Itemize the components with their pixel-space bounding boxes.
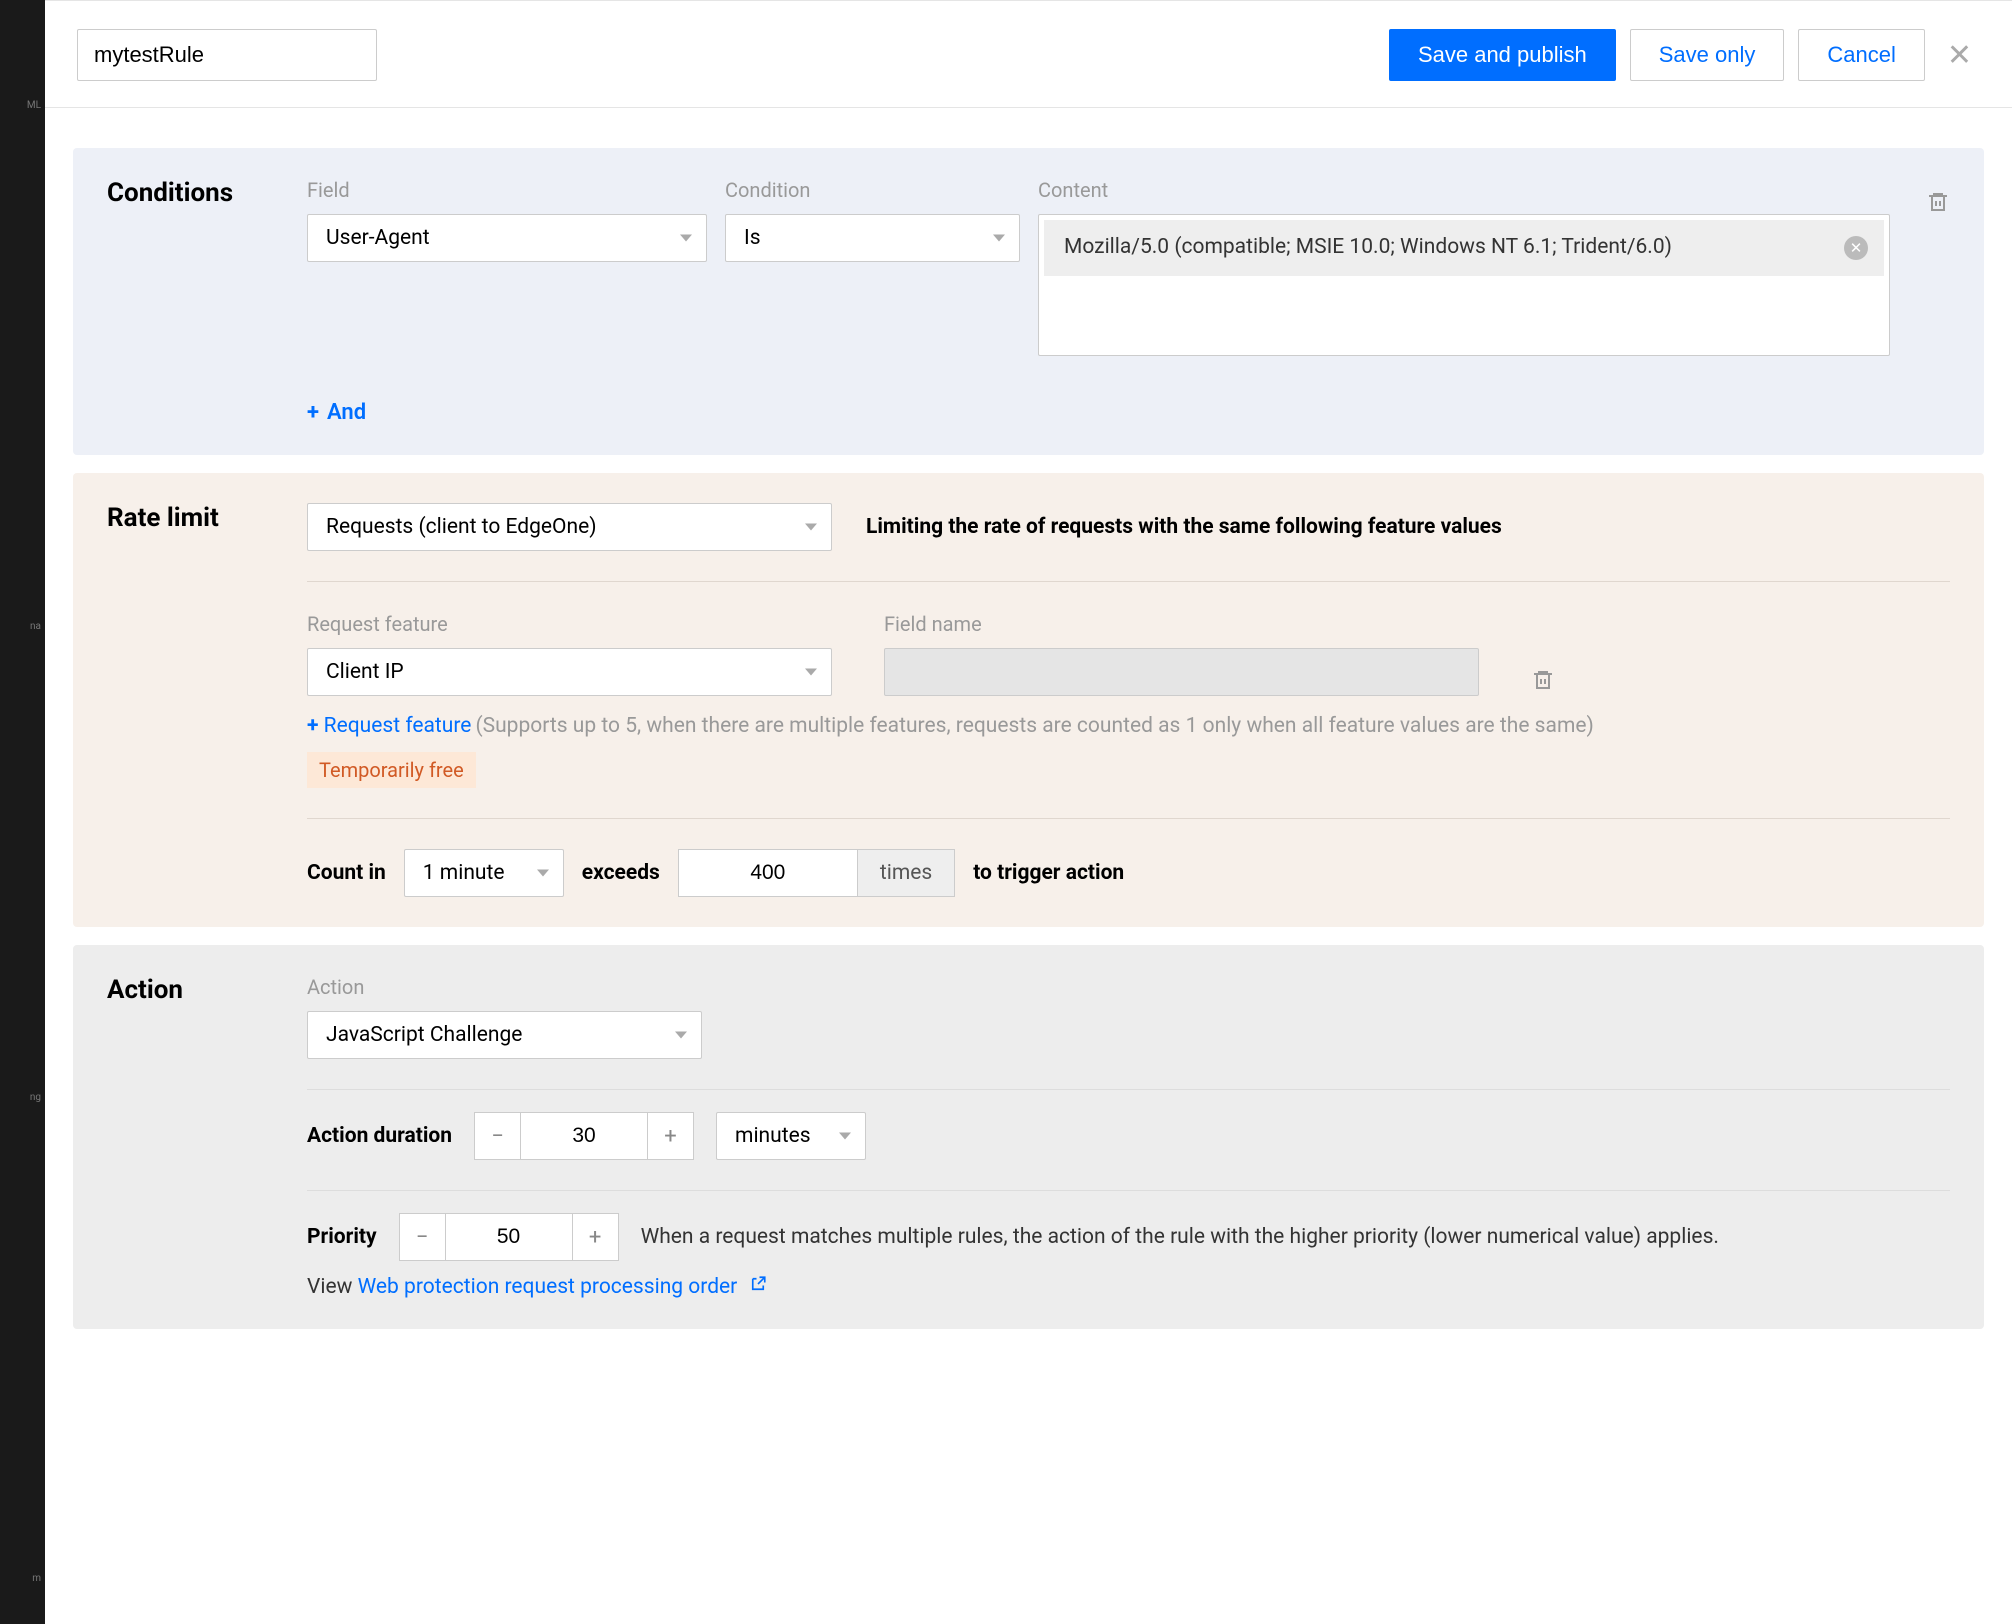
- rate-scope-select[interactable]: Requests (client to EdgeOne): [307, 503, 832, 551]
- minus-icon[interactable]: −: [400, 1214, 445, 1260]
- rate-scope-value: Requests (client to EdgeOne): [326, 515, 597, 539]
- field-select-value: User-Agent: [326, 226, 430, 250]
- action-duration-label: Action duration: [307, 1124, 452, 1148]
- times-unit: times: [857, 850, 954, 896]
- field-name-input: [884, 648, 1479, 696]
- cancel-button[interactable]: Cancel: [1798, 29, 1924, 81]
- action-title: Action: [107, 975, 307, 1005]
- plus-icon[interactable]: +: [648, 1113, 693, 1159]
- duration-input[interactable]: [520, 1113, 648, 1159]
- action-select-value: JavaScript Challenge: [326, 1023, 522, 1047]
- chevron-down-icon: [805, 524, 817, 531]
- remove-chip-icon[interactable]: ✕: [1844, 236, 1868, 260]
- external-link-icon: [749, 1275, 767, 1299]
- exceeds-label: exceeds: [582, 861, 660, 885]
- content-input[interactable]: Mozilla/5.0 (compatible; MSIE 10.0; Wind…: [1038, 214, 1890, 356]
- field-label: Field: [307, 178, 707, 202]
- chevron-down-icon: [805, 669, 817, 676]
- save-only-button[interactable]: Save only: [1630, 29, 1785, 81]
- plus-icon: +: [307, 400, 319, 425]
- close-icon[interactable]: ✕: [1939, 30, 1980, 81]
- content-chip-text: Mozilla/5.0 (compatible; MSIE 10.0; Wind…: [1064, 235, 1672, 259]
- field-select[interactable]: User-Agent: [307, 214, 707, 262]
- add-feature-label: Request feature: [324, 714, 472, 738]
- action-label: Action: [307, 975, 364, 999]
- request-feature-label: Request feature: [307, 612, 832, 636]
- action-select[interactable]: JavaScript Challenge: [307, 1011, 702, 1059]
- priority-input[interactable]: [445, 1214, 573, 1260]
- sidebar-item[interactable]: na: [0, 581, 45, 672]
- priority-note: When a request matches multiple rules, t…: [641, 1225, 1719, 1249]
- rule-name-input[interactable]: [77, 29, 377, 81]
- conditions-panel: Conditions Field User-Agent: [73, 148, 1984, 455]
- count-in-label: Count in: [307, 861, 386, 885]
- app-sidebar: ML na ng m: [0, 0, 45, 1624]
- chevron-down-icon: [537, 870, 549, 877]
- sidebar-item[interactable]: m: [0, 1533, 45, 1624]
- temporarily-free-badge: Temporarily free: [307, 752, 476, 788]
- count-window-value: 1 minute: [423, 861, 505, 885]
- condition-select-value: Is: [744, 226, 761, 250]
- chevron-down-icon: [993, 235, 1005, 242]
- content-label: Content: [1038, 178, 1890, 202]
- priority-stepper[interactable]: − +: [399, 1213, 619, 1261]
- add-request-feature[interactable]: + Request feature: [307, 714, 471, 738]
- save-and-publish-button[interactable]: Save and publish: [1389, 29, 1616, 81]
- sidebar-item[interactable]: ng: [0, 1052, 45, 1143]
- duration-unit-value: minutes: [735, 1124, 811, 1148]
- condition-label: Condition: [725, 178, 1020, 202]
- minus-icon[interactable]: −: [475, 1113, 520, 1159]
- rate-limit-title: Rate limit: [107, 503, 307, 533]
- rate-scope-description: Limiting the rate of requests with the s…: [866, 515, 1502, 539]
- and-label: And: [327, 400, 366, 425]
- duration-stepper[interactable]: − +: [474, 1112, 694, 1160]
- conditions-title: Conditions: [107, 178, 307, 208]
- processing-order-link-text: Web protection request processing order: [358, 1275, 738, 1299]
- duration-unit-select[interactable]: minutes: [716, 1112, 866, 1160]
- content-chip: Mozilla/5.0 (compatible; MSIE 10.0; Wind…: [1044, 220, 1884, 276]
- processing-order-link[interactable]: Web protection request processing order: [358, 1275, 767, 1299]
- priority-label: Priority: [307, 1225, 377, 1249]
- chevron-down-icon: [839, 1133, 851, 1140]
- chevron-down-icon: [680, 235, 692, 242]
- add-and-condition[interactable]: + And: [307, 400, 366, 425]
- add-feature-note: (Supports up to 5, when there are multip…: [475, 714, 1593, 738]
- rate-limit-panel: Rate limit Requests (client to EdgeOne) …: [73, 473, 1984, 927]
- chevron-down-icon: [675, 1032, 687, 1039]
- action-panel: Action Action JavaScript Challenge Actio…: [73, 945, 1984, 1329]
- trigger-label: to trigger action: [973, 861, 1124, 885]
- view-label: View: [307, 1275, 358, 1299]
- request-feature-select[interactable]: Client IP: [307, 648, 832, 696]
- plus-icon[interactable]: +: [573, 1214, 618, 1260]
- request-feature-value: Client IP: [326, 660, 404, 684]
- threshold-input[interactable]: [679, 850, 857, 896]
- condition-select[interactable]: Is: [725, 214, 1020, 262]
- trash-icon[interactable]: [1531, 668, 1555, 692]
- field-name-label: Field name: [884, 612, 1479, 636]
- plus-icon: +: [307, 714, 318, 738]
- editor-header: Save and publish Save only Cancel ✕: [45, 0, 2012, 108]
- count-window-select[interactable]: 1 minute: [404, 849, 564, 897]
- sidebar-item[interactable]: ML: [0, 60, 45, 151]
- trash-icon[interactable]: [1926, 190, 1950, 214]
